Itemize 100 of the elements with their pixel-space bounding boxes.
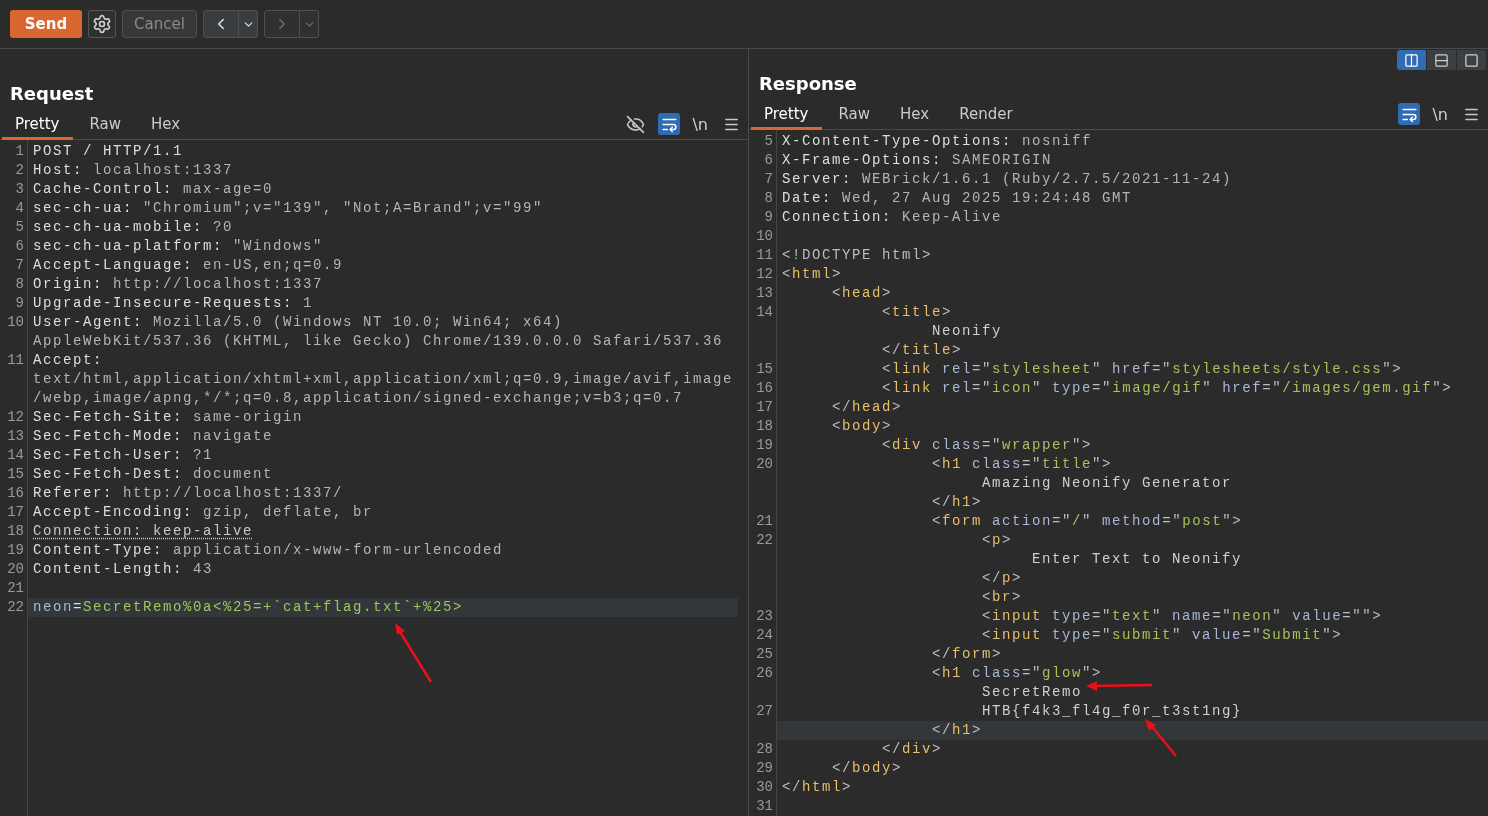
code-line: </h1> <box>931 493 983 512</box>
code-line: X-Content-Type-Options: nosniff <box>781 132 1093 151</box>
code-line: Enter Text to Neonify <box>1031 550 1243 569</box>
code-line: </form> <box>931 645 1003 664</box>
view-tab[interactable]: Raw <box>76 110 135 140</box>
code-line: HTB{f4k3_fl4g_f0r_t3st1ng} <box>981 702 1243 721</box>
wrap-text-button[interactable] <box>658 113 681 135</box>
code-line: Sec-Fetch-Site: same-origin <box>32 408 304 427</box>
line-number: 23 <box>755 607 774 626</box>
line-number: 10 <box>6 313 25 332</box>
code-line: <html> <box>781 265 843 284</box>
code-line: Neonify <box>931 322 1003 341</box>
line-number: 17 <box>6 503 25 522</box>
code-line: <div class="wrapper"> <box>881 436 1093 455</box>
line-number: 12 <box>6 408 25 427</box>
code-line: Sec-Fetch-Dest: document <box>32 465 274 484</box>
line-number: 7 <box>14 256 25 275</box>
line-number: 17 <box>755 398 774 417</box>
code-line: <link rel="stylesheet" href="stylesheets/style.css"> <box>881 360 1403 379</box>
code-line: SecretRemo <box>981 683 1083 702</box>
code-line: <body> <box>831 417 893 436</box>
code-line: Content-Type: application/x-www-form-urlencoded <box>32 541 504 560</box>
code-line: Server: WEBrick/1.6.1 (Ruby/2.7.5/2021-11-24) <box>781 170 1233 189</box>
code-line: <form action="/" method="post"> <box>931 512 1243 531</box>
pane-title: Response <box>759 72 857 94</box>
line-number: 9 <box>763 208 774 227</box>
code-line: </head> <box>831 398 903 417</box>
code-line: <input type="submit" value="Submit"> <box>981 626 1343 645</box>
line-number: 22 <box>6 598 25 617</box>
code-line: Accept-Language: en-US,en;q=0.9 <box>32 256 344 275</box>
line-number: 2 <box>14 161 25 180</box>
code-line: <p> <box>981 531 1013 550</box>
code-line: Sec-Fetch-Mode: navigate <box>32 427 274 446</box>
line-number: 20 <box>755 455 774 474</box>
line-number: 22 <box>755 531 774 550</box>
line-number: 8 <box>763 189 774 208</box>
line-number: 19 <box>755 436 774 455</box>
code-line: POST / HTTP/1.1 <box>32 142 184 161</box>
code-line: Sec-Fetch-User: ?1 <box>32 446 214 465</box>
send-button[interactable]: Send <box>10 10 82 38</box>
line-number: 30 <box>755 778 774 797</box>
view-tab[interactable]: Render <box>946 100 1026 130</box>
settings-button[interactable] <box>88 10 116 38</box>
wrap-text-button[interactable] <box>1398 103 1421 125</box>
line-number: 20 <box>6 560 25 579</box>
code-line: Origin: http://localhost:1337 <box>32 275 324 294</box>
code-line: Host: localhost:1337 <box>32 161 234 180</box>
line-number: 7 <box>763 170 774 189</box>
layout-button[interactable] <box>1397 50 1426 70</box>
code-line: X-Frame-Options: SAMEORIGIN <box>781 151 1053 170</box>
line-number: 31 <box>755 797 774 816</box>
line-number: 27 <box>755 702 774 721</box>
line-number: 24 <box>755 626 774 645</box>
single-icon <box>1464 52 1479 68</box>
code-line: <link rel="icon" type="image/gif" href="/images/gem.gif"> <box>881 379 1453 398</box>
code-line: <input type="text" name="neon" value=""> <box>981 607 1383 626</box>
code-line: Date: Wed, 27 Aug 2025 19:24:48 GMT <box>781 189 1133 208</box>
view-tab[interactable]: Pretty <box>2 110 73 140</box>
line-number: 14 <box>755 303 774 322</box>
annotation-arrow <box>392 622 434 684</box>
code-line: Accept: <box>32 351 103 370</box>
line-number: 14 <box>6 446 25 465</box>
line-number: 8 <box>14 275 25 294</box>
line-number: 28 <box>755 740 774 759</box>
line-number: 6 <box>763 151 774 170</box>
line-number: 16 <box>6 484 25 503</box>
code-line: <head> <box>831 284 893 303</box>
line-number: 13 <box>755 284 774 303</box>
code-line: </div> <box>881 740 943 759</box>
view-tab[interactable]: Raw <box>825 100 884 130</box>
line-number: 1 <box>14 142 25 161</box>
code-line: Upgrade-Insecure-Requests: 1 <box>32 294 314 313</box>
view-tab[interactable]: Hex <box>138 110 194 140</box>
hide-headers-button[interactable] <box>624 113 647 135</box>
line-number: 29 <box>755 759 774 778</box>
code-line: AppleWebKit/537.36 (KHTML, like Gecko) Chrome/139.0.0.0 Safari/537.36 <box>32 332 724 351</box>
line-number: 4 <box>14 199 25 218</box>
code-line: <title> <box>881 303 953 322</box>
code-line: User-Agent: Mozilla/5.0 (Windows NT 10.0; Win64; x64) <box>32 313 564 332</box>
code-line: sec-ch-ua-platform: "Windows" <box>32 237 324 256</box>
code-line: </title> <box>881 341 963 360</box>
layout-button[interactable] <box>1457 50 1486 70</box>
line-number: 11 <box>755 246 774 265</box>
line-number: 10 <box>755 227 774 246</box>
line-number: 12 <box>755 265 774 284</box>
line-number: 25 <box>755 645 774 664</box>
layout-button[interactable] <box>1427 50 1456 70</box>
line-number: 21 <box>6 579 25 598</box>
eye-off-icon <box>625 114 645 134</box>
line-number: 3 <box>14 180 25 199</box>
view-tab[interactable]: Hex <box>887 100 943 130</box>
newline-toggle[interactable]: \n <box>1432 104 1448 124</box>
line-number: 18 <box>6 522 25 541</box>
newline-toggle[interactable]: \n <box>692 114 708 134</box>
code-line: </p> <box>981 569 1023 588</box>
code-line: Referer: http://localhost:1337/ <box>32 484 344 503</box>
code-line: Amazing Neonify Generator <box>981 474 1233 493</box>
code-line: </html> <box>781 778 853 797</box>
view-tab[interactable]: Pretty <box>751 100 822 130</box>
code-line: Connection: Keep-Alive <box>781 208 1003 227</box>
